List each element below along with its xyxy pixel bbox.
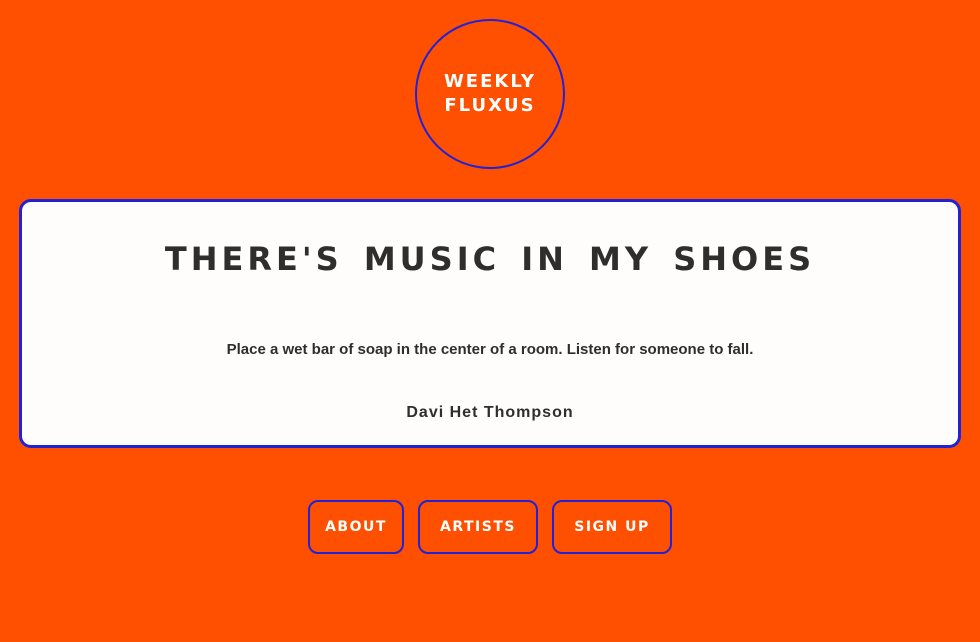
site-logo[interactable]: WEEKLY FLUXUS bbox=[415, 19, 565, 169]
logo-line-2: FLUXUS bbox=[444, 95, 536, 116]
logo-line-1: WEEKLY bbox=[443, 71, 537, 92]
artists-button[interactable]: ARTISTS bbox=[418, 500, 538, 554]
piece-card: THERE'S MUSIC IN MY SHOES Place a wet ba… bbox=[19, 199, 961, 448]
page: WEEKLY FLUXUS THERE'S MUSIC IN MY SHOES … bbox=[0, 0, 980, 642]
piece-artist: Davi Het Thompson bbox=[406, 404, 574, 421]
piece-instruction: Place a wet bar of soap in the center of… bbox=[226, 341, 754, 358]
piece-title: THERE'S MUSIC IN MY SHOES bbox=[164, 240, 816, 278]
about-button[interactable]: ABOUT bbox=[308, 500, 404, 554]
main-nav: ABOUT ARTISTS SIGN UP bbox=[0, 500, 980, 554]
sign-up-button[interactable]: SIGN UP bbox=[552, 500, 672, 554]
